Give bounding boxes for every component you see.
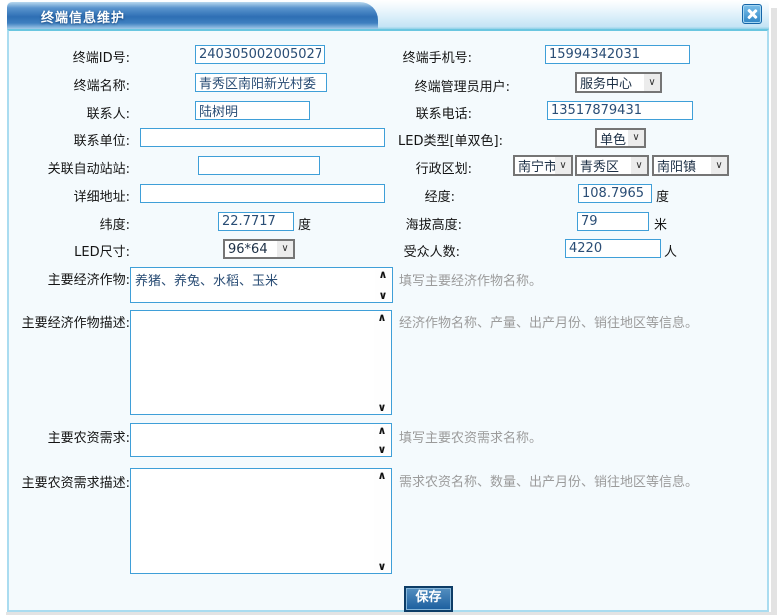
scroll-down-icon[interactable]: ∨ [378,444,387,455]
agri-needs-desc-textarea[interactable]: ∧ ∨ [130,468,392,574]
led-size-select[interactable]: 96*64 ∨ [223,239,295,259]
scroll-down-icon[interactable]: ∨ [378,402,387,413]
main-crops-desc-textarea[interactable]: ∧ ∨ [130,310,392,415]
chevron-down-icon: ∨ [628,130,644,146]
scrollbar[interactable]: ∧ ∨ [375,269,391,301]
scrollbar[interactable]: ∧ ∨ [374,425,390,455]
chevron-down-icon: ∨ [644,74,660,91]
scrollbar[interactable]: ∧ ∨ [374,312,390,413]
terminal-info-dialog: 终端信息维护 终端ID号: 终端手机号: 终端名称: 终端管理员用户: 服务中心… [0,0,777,615]
admin-user-label: 终端管理员用户: [300,76,510,95]
altitude-unit: 米 [654,214,667,233]
contact-phone-label: 联系电话: [300,103,472,122]
scrollbar[interactable]: ∧ ∨ [374,470,390,572]
save-button[interactable]: 保存 [404,586,453,612]
contact-label: 联系人: [8,103,130,122]
region-town-select[interactable]: 南阳镇 ∨ [652,155,729,176]
main-crops-hint: 填写主要经济作物名称。 [399,270,542,289]
main-crops-textarea[interactable]: 养猪、养兔、水稻、玉米 ∧ ∨ [130,267,393,303]
chevron-down-icon: ∨ [631,157,647,174]
region-city-select[interactable]: 南宁市 ∨ [513,155,573,176]
audience-unit: 人 [664,241,677,260]
title-bar: 终端信息维护 [7,0,769,29]
terminal-id-label: 终端ID号: [8,47,130,66]
contact-input[interactable] [195,101,310,120]
led-size-label: LED尺寸: [8,241,130,260]
region-district-select[interactable]: 青秀区 ∨ [575,155,649,176]
address-label: 详细地址: [8,186,130,205]
main-crops-desc-hint: 经济作物名称、产量、出产月份、销往地区等信息。 [399,312,698,331]
chevron-down-icon: ∨ [555,157,571,174]
latitude-label: 纬度: [8,214,130,233]
longitude-unit: 度 [656,186,669,205]
chevron-down-icon: ∨ [711,157,727,174]
auto-station-label: 关联自动站站: [8,158,130,177]
altitude-input[interactable] [577,212,649,231]
dialog-shadow-right [771,8,777,615]
close-icon [746,8,758,20]
agri-needs-hint: 填写主要农资需求名称。 [399,427,542,446]
admin-user-select[interactable]: 服务中心 ∨ [575,72,662,93]
main-crops-label: 主要经济作物: [8,269,130,288]
scroll-up-icon[interactable]: ∧ [378,470,387,481]
contact-unit-label: 联系单位: [8,130,130,149]
audience-input[interactable] [565,239,661,258]
scroll-up-icon[interactable]: ∧ [378,425,387,436]
latitude-input[interactable] [218,212,294,231]
audience-label: 受众人数: [300,241,460,260]
terminal-name-label: 终端名称: [8,75,130,94]
title-tab: 终端信息维护 [7,2,378,29]
terminal-phone-input[interactable] [545,45,690,64]
led-type-select[interactable]: 单色 ∨ [595,128,646,148]
close-button[interactable] [742,4,762,24]
scroll-up-icon[interactable]: ∧ [379,269,388,280]
scroll-down-icon[interactable]: ∨ [378,561,387,572]
dialog-title: 终端信息维护 [41,7,125,26]
agri-needs-textarea[interactable]: ∧ ∨ [130,423,392,457]
longitude-input[interactable] [578,184,652,203]
contact-phone-input[interactable] [547,101,693,120]
terminal-phone-label: 终端手机号: [300,47,472,66]
agri-needs-label: 主要农资需求: [8,427,130,446]
agri-needs-desc-label: 主要农资需求描述: [8,472,130,491]
scroll-down-icon[interactable]: ∨ [379,290,388,301]
main-crops-desc-label: 主要经济作物描述: [8,312,130,331]
led-type-label: LED类型[单双色]: [300,130,503,149]
chevron-down-icon: ∨ [277,241,293,257]
longitude-label: 经度: [300,186,455,205]
scroll-up-icon[interactable]: ∧ [378,312,387,323]
agri-needs-desc-hint: 需求农资名称、数量、出产月份、销往地区等信息。 [399,471,698,490]
region-label: 行政区划: [300,158,472,177]
altitude-label: 海拔高度: [300,214,462,233]
